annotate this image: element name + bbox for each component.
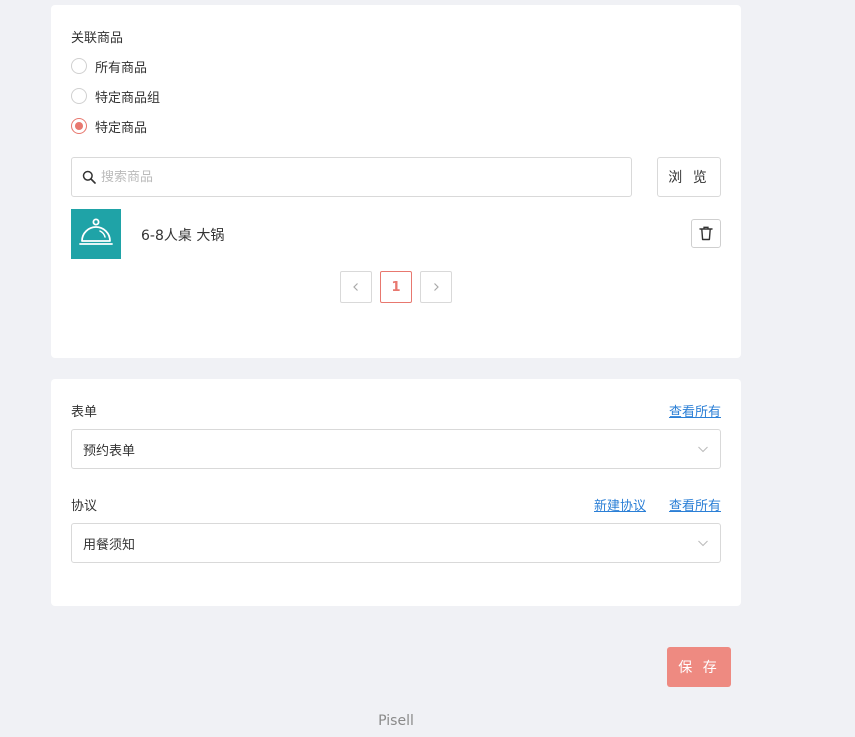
product-list-item: 6-8人桌 大锅 xyxy=(71,209,721,259)
search-icon xyxy=(82,170,96,184)
agreement-label: 协议 xyxy=(71,499,98,514)
agreement-view-all-link[interactable]: 查看所有 xyxy=(669,495,721,514)
form-label: 表单 xyxy=(71,405,98,420)
form-view-all-link[interactable]: 查看所有 xyxy=(669,401,721,420)
prev-page-button[interactable] xyxy=(340,271,372,303)
radio-circle-checked[interactable] xyxy=(71,118,87,134)
delete-product-button[interactable] xyxy=(691,219,721,248)
product-search-box[interactable] xyxy=(71,157,632,197)
related-products-label: 关联商品 xyxy=(71,31,124,46)
radio-circle[interactable] xyxy=(71,58,87,74)
pagination: 1 xyxy=(340,271,452,303)
cloche-icon xyxy=(79,218,113,245)
product-search-input[interactable] xyxy=(101,169,631,185)
radio-product-group[interactable]: 特定商品组 xyxy=(71,86,160,106)
form-select-value: 预约表单 xyxy=(83,443,136,459)
related-products-card: 关联商品 所有商品 特定商品组 特定商品 浏 览 6-8人桌 大锅 xyxy=(51,5,741,358)
radio-all-products[interactable]: 所有商品 xyxy=(71,56,147,76)
radio-label: 特定商品 xyxy=(95,120,148,136)
radio-circle[interactable] xyxy=(71,88,87,104)
agreement-select-value: 用餐须知 xyxy=(83,537,136,553)
footer-brand: Pisell xyxy=(378,713,414,729)
next-page-button[interactable] xyxy=(420,271,452,303)
form-select[interactable]: 预约表单 xyxy=(71,429,721,469)
chevron-right-icon xyxy=(434,283,439,291)
radio-label: 所有商品 xyxy=(95,60,148,76)
chevron-down-icon xyxy=(698,540,708,547)
product-name: 6-8人桌 大锅 xyxy=(141,228,225,244)
agreement-select[interactable]: 用餐须知 xyxy=(71,523,721,563)
radio-specific-products[interactable]: 特定商品 xyxy=(71,116,147,136)
chevron-left-icon xyxy=(353,283,358,291)
product-thumbnail xyxy=(71,209,121,259)
browse-button[interactable]: 浏 览 xyxy=(657,157,721,197)
chevron-down-icon xyxy=(698,446,708,453)
trash-icon xyxy=(699,226,713,241)
new-agreement-link[interactable]: 新建协议 xyxy=(594,495,646,514)
form-agreement-card: 表单 查看所有 预约表单 协议 新建协议 查看所有 用餐须知 xyxy=(51,379,741,606)
radio-label: 特定商品组 xyxy=(95,90,161,106)
page-1-button[interactable]: 1 xyxy=(380,271,412,303)
save-button[interactable]: 保 存 xyxy=(667,647,731,687)
